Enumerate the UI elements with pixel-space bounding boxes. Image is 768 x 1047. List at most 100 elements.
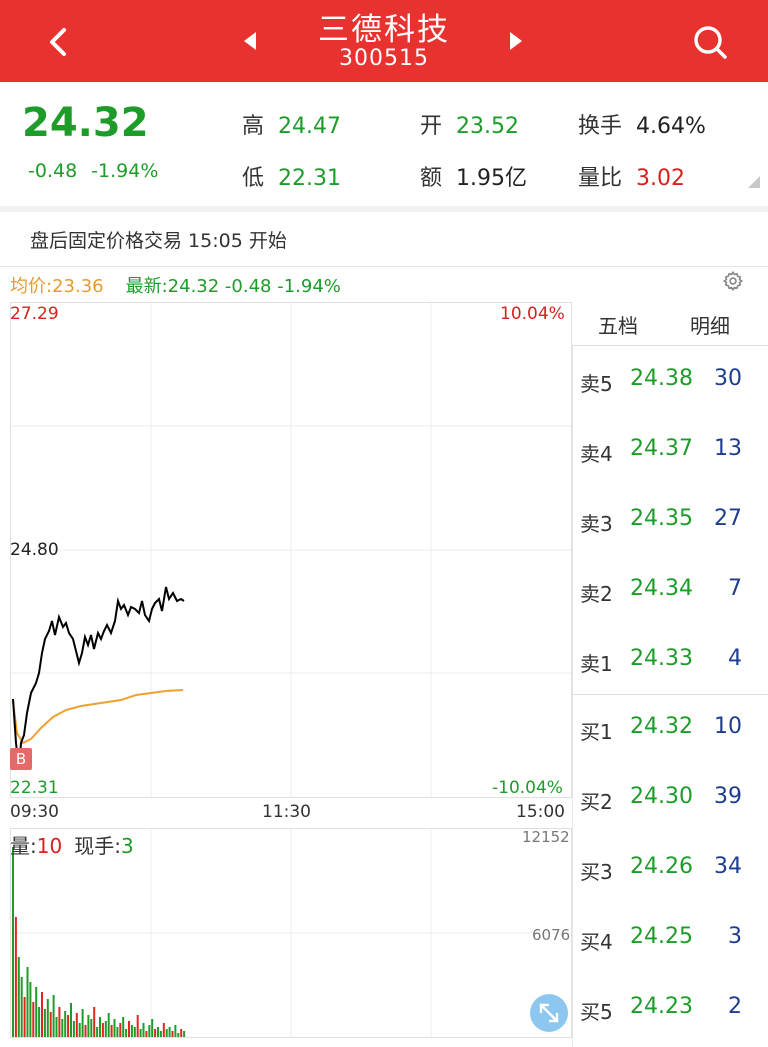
buy-row-1[interactable]: 买1 24.32 10 [572,694,768,764]
volume-value: 10 [36,834,63,858]
search-icon[interactable] [690,22,730,62]
buy-row-4[interactable]: 买4 24.25 3 [572,904,768,974]
next-arrow-icon[interactable] [508,30,526,52]
volume-bar [38,1007,41,1037]
buy-row-5[interactable]: 买5 24.23 2 [572,974,768,1044]
intraday-chart[interactable] [10,302,572,798]
volume-bar [12,847,14,1037]
level-qty: 3 [728,924,742,949]
volume-bar [145,1031,148,1037]
level-label: 买3 [580,860,613,884]
volume-label: 量: [10,834,37,858]
volume-bar [46,999,49,1037]
order-book-tabs: 五档 明细 [572,302,768,346]
volume-bar [139,1029,142,1037]
volume-bar [41,992,43,1037]
level-label: 买5 [580,1000,613,1024]
volume-bar [49,1012,52,1037]
after-hours-notice: 盘后固定价格交易 15:05 开始 [30,230,287,252]
turnover-value: 4.64% [636,114,706,139]
buy-row-2[interactable]: 买2 24.30 39 [572,764,768,834]
change-percent: -1.94% [91,160,159,182]
buy-row-3[interactable]: 买3 24.26 34 [572,834,768,904]
sell-row-1[interactable]: 卖1 24.33 4 [572,626,768,696]
volume-chart[interactable] [10,828,572,1038]
volume-bar [70,1003,72,1037]
expand-corner-icon[interactable] [748,176,760,188]
volume-bar [133,1027,136,1037]
time-start: 09:30 [10,802,59,822]
fullscreen-button[interactable] [530,994,568,1032]
open-item: 开 23.52 [420,108,519,140]
low-value: 22.31 [278,166,341,191]
chart-legend: 均价:23.36 最新:24.32 -0.48 -1.94% [10,272,341,298]
volume-bar [20,977,23,1037]
volume-bar [157,1027,159,1037]
volume-bar [104,1021,107,1037]
level-qty: 10 [714,714,742,739]
level-price: 24.34 [630,576,693,601]
hand-label: 现手: [74,834,121,858]
volume-bar [14,917,17,1037]
change-value: -0.48 [28,160,78,182]
volume-bar [61,1019,64,1037]
volume-bar [168,1027,171,1037]
level-price: 24.33 [630,646,693,671]
buy-marker[interactable]: B [10,748,32,770]
level-price: 24.35 [630,506,693,531]
level-qty: 30 [714,366,742,391]
amount-label: 额 [420,166,443,191]
turnover-label: 换手 [578,114,623,139]
volume-bar [119,1023,122,1037]
sell-row-4[interactable]: 卖4 24.37 13 [572,416,768,486]
level-label: 卖2 [580,582,613,606]
volume-bar [64,1011,67,1037]
volume-bar [23,997,26,1037]
volume-bar [151,1019,154,1037]
open-value: 23.52 [456,114,519,139]
price-change: -0.48 -1.94% [28,160,172,182]
time-end: 15:00 [516,802,565,822]
level-qty: 39 [714,784,742,809]
low-label: 低 [242,166,265,191]
tab-five-levels[interactable]: 五档 [598,310,638,339]
volume-bar [75,1013,78,1037]
volume-bar [17,957,20,1037]
level-price: 24.37 [630,436,693,461]
volume-bar [96,1027,99,1037]
avg-price-legend: 均价:23.36 [10,276,104,297]
open-label: 开 [420,114,443,139]
volume-bar [67,1015,70,1037]
volume-bar [99,1017,101,1037]
avg-price-line [12,689,184,745]
pct-axis-top: 10.04% [500,304,565,324]
vol-ratio-label: 量比 [578,166,623,191]
tab-detail[interactable]: 明细 [690,310,730,339]
volume-bar [165,1029,168,1037]
gear-icon[interactable] [722,270,744,292]
volume-bar [35,987,38,1037]
volume-bar [32,1002,35,1037]
volume-bar [52,995,55,1037]
volume-bar [29,982,32,1037]
volume-bar [113,1019,116,1037]
level-label: 买1 [580,720,613,744]
low-item: 低 22.31 [242,160,341,192]
level-qty: 2 [728,994,742,1019]
volume-bar [84,1025,87,1037]
volume-bar [159,1031,162,1037]
level-price: 24.38 [630,366,693,391]
amount-item: 额 1.95亿 [420,160,527,192]
sell-row-3[interactable]: 卖3 24.35 27 [572,486,768,556]
volume-bar [26,967,29,1037]
y-axis-bottom: 22.31 [10,778,59,798]
high-value: 24.47 [278,114,341,139]
sell-row-5[interactable]: 卖5 24.38 30 [572,346,768,416]
volume-bar [154,1029,157,1037]
volume-bar [78,1023,81,1037]
level-label: 卖1 [580,652,613,676]
price-line [12,586,185,770]
volume-bar [93,1007,96,1037]
volume-bar [180,1029,183,1037]
sell-row-2[interactable]: 卖2 24.34 7 [572,556,768,626]
